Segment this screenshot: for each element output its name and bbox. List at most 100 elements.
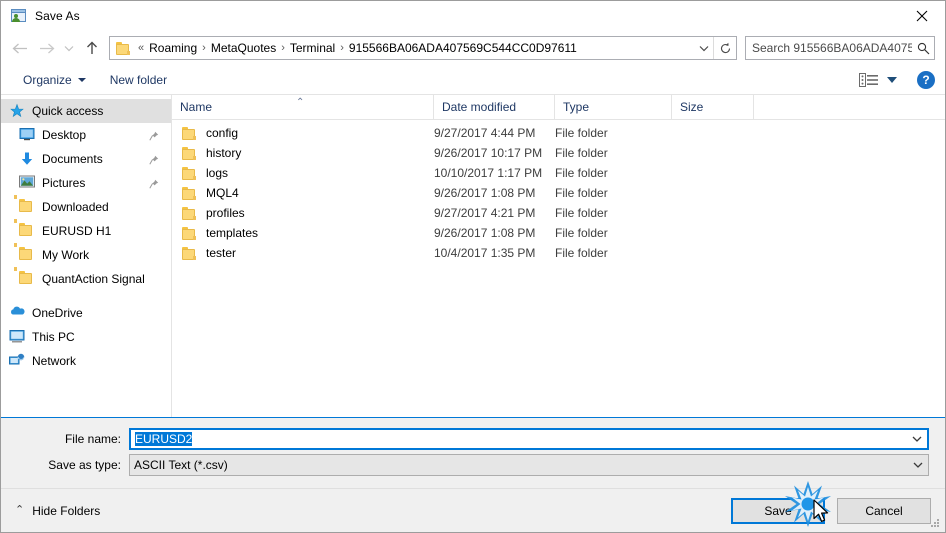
table-row[interactable]: config 9/27/2017 4:44 PM File folder <box>172 123 945 143</box>
file-date-cell: 9/27/2017 4:21 PM <box>434 206 536 220</box>
sidebar-item-my-work[interactable]: My Work <box>1 243 171 267</box>
column-header-name[interactable]: Name ⌃ <box>172 95 434 119</box>
cancel-button-label: Cancel <box>865 503 903 518</box>
sidebar-item-network[interactable]: Network <box>1 349 171 373</box>
file-name-label: config <box>206 126 239 140</box>
sidebar-item-onedrive[interactable]: OneDrive <box>1 301 171 325</box>
file-type-cell: File folder <box>555 126 608 140</box>
table-row[interactable]: history 9/26/2017 10:17 PM File folder <box>172 143 945 163</box>
file-date-cell: 9/26/2017 1:08 PM <box>434 226 536 240</box>
dialog-footer: ⌃ Hide Folders Save Cancel <box>1 488 945 532</box>
table-row[interactable]: profiles 9/27/2017 4:21 PM File folder <box>172 203 945 223</box>
address-dropdown-icon[interactable] <box>695 37 713 59</box>
save-button-label: Save <box>764 503 792 518</box>
forward-arrow-icon[interactable] <box>33 35 59 61</box>
file-name-cell: profiles <box>172 206 434 220</box>
column-header-type[interactable]: Type <box>555 95 672 119</box>
refresh-icon[interactable] <box>713 37 736 59</box>
table-row[interactable]: MQL4 9/26/2017 1:08 PM File folder <box>172 183 945 203</box>
file-date-cell: 9/26/2017 10:17 PM <box>434 146 543 160</box>
chevron-down-icon[interactable] <box>907 436 927 442</box>
sidebar-item-label: Documents <box>42 152 103 166</box>
file-date-cell: 9/27/2017 4:44 PM <box>434 126 536 140</box>
column-header-row: Name ⌃ Date modified Type Size <box>172 95 945 120</box>
breadcrumb-item-roaming[interactable]: Roaming <box>146 41 200 55</box>
file-type-cell: File folder <box>555 206 608 220</box>
hide-folders-button[interactable]: ⌃ Hide Folders <box>15 504 100 518</box>
folder-icon <box>182 226 198 240</box>
sidebar-item-this-pc[interactable]: This PC <box>1 325 171 349</box>
save-as-app-icon <box>11 8 27 24</box>
chevron-down-icon[interactable] <box>887 76 897 83</box>
column-header-date-modified[interactable]: Date modified <box>434 95 555 119</box>
sidebar-item-label: Downloaded <box>42 200 109 214</box>
chevron-down-icon <box>77 77 86 82</box>
table-row[interactable]: templates 9/26/2017 1:08 PM File folder <box>172 223 945 243</box>
file-type-cell: File folder <box>555 166 608 180</box>
cancel-button[interactable]: Cancel <box>837 497 931 524</box>
sidebar-item-documents[interactable]: Documents <box>1 147 171 171</box>
organize-button[interactable]: Organize <box>17 70 92 90</box>
close-icon[interactable] <box>899 1 945 30</box>
address-bar[interactable]: « Roaming › MetaQuotes › Terminal › 9155… <box>109 36 737 60</box>
folder-icon <box>14 267 35 287</box>
help-icon[interactable]: ? <box>917 70 935 89</box>
sidebar-item-downloaded[interactable]: Downloaded <box>1 195 171 219</box>
resize-grip-icon[interactable] <box>931 519 941 529</box>
file-name-cell: config <box>172 126 434 140</box>
desktop-icon <box>19 127 35 143</box>
pin-icon[interactable] <box>149 154 159 165</box>
sidebar-item-label: My Work <box>42 248 90 262</box>
onedrive-cloud-icon <box>9 305 25 321</box>
file-name-input[interactable]: EURUSD2 <box>129 428 929 450</box>
file-date-cell: 10/4/2017 1:35 PM <box>434 246 536 260</box>
up-arrow-icon[interactable] <box>79 35 105 61</box>
save-as-type-select[interactable]: ASCII Text (*.csv) <box>129 454 929 476</box>
file-name-cell: MQL4 <box>172 186 434 200</box>
view-layout-icon[interactable] <box>855 71 901 89</box>
folder-icon <box>182 246 198 260</box>
save-as-type-value: ASCII Text (*.csv) <box>134 458 228 472</box>
star-pin-icon <box>9 103 25 119</box>
sidebar-item-quantaction-signal[interactable]: QuantAction Signal <box>1 267 171 291</box>
save-form: File name: EURUSD2 Save as type: ASCII T… <box>1 418 945 488</box>
sidebar-item-label: Desktop <box>42 128 87 142</box>
save-as-type-label: Save as type: <box>48 458 121 472</box>
file-type-cell: File folder <box>555 226 608 240</box>
file-name-label: templates <box>206 226 259 240</box>
sidebar-item-eurusd-h1[interactable]: EURUSD H1 <box>1 219 171 243</box>
breadcrumb-item-metaquotes[interactable]: MetaQuotes <box>208 41 279 55</box>
history-dropdown-icon[interactable] <box>59 35 79 61</box>
file-type-cell: File folder <box>555 246 608 260</box>
new-folder-button[interactable]: New folder <box>104 70 173 90</box>
table-row[interactable]: logs 10/10/2017 1:17 PM File folder <box>172 163 945 183</box>
sidebar-item-desktop[interactable]: Desktop <box>1 123 171 147</box>
sidebar-item-label: Quick access <box>32 104 104 118</box>
save-as-type-row: Save as type: ASCII Text (*.csv) <box>17 454 929 476</box>
search-placeholder: Search 915566BA06ADA40756... <box>752 41 912 55</box>
file-name-label: tester <box>206 246 237 260</box>
search-input[interactable]: Search 915566BA06ADA40756... <box>745 36 935 60</box>
sidebar-item-label: OneDrive <box>32 306 83 320</box>
sidebar-item-quick-access[interactable]: Quick access <box>1 99 171 123</box>
breadcrumb-item-terminal[interactable]: Terminal <box>287 41 338 55</box>
breadcrumb-overflow[interactable]: « <box>136 42 146 54</box>
navigation-bar: « Roaming › MetaQuotes › Terminal › 9155… <box>1 31 945 65</box>
sidebar-item-pictures[interactable]: Pictures <box>1 171 171 195</box>
file-type-cell: File folder <box>555 186 608 200</box>
sidebar-item-label: EURUSD H1 <box>42 224 112 238</box>
breadcrumb-item-terminal-id[interactable]: 915566BA06ADA407569C544CC0D97611 <box>346 41 580 55</box>
title-bar: Save As <box>1 1 945 31</box>
back-arrow-icon[interactable] <box>7 35 33 61</box>
sort-ascending-icon: ⌃ <box>296 97 305 108</box>
search-icon[interactable] <box>912 37 934 59</box>
column-header-size[interactable]: Size <box>672 95 754 119</box>
file-name-label: File name: <box>64 432 121 446</box>
pin-icon[interactable] <box>149 178 159 189</box>
table-row[interactable]: tester 10/4/2017 1:35 PM File folder <box>172 243 945 263</box>
pin-icon[interactable] <box>149 130 159 141</box>
dialog-body: Quick access Desktop Documents Pictures … <box>1 95 945 418</box>
network-icon <box>9 353 25 369</box>
save-button[interactable]: Save <box>731 497 825 524</box>
chevron-down-icon[interactable] <box>908 462 928 468</box>
